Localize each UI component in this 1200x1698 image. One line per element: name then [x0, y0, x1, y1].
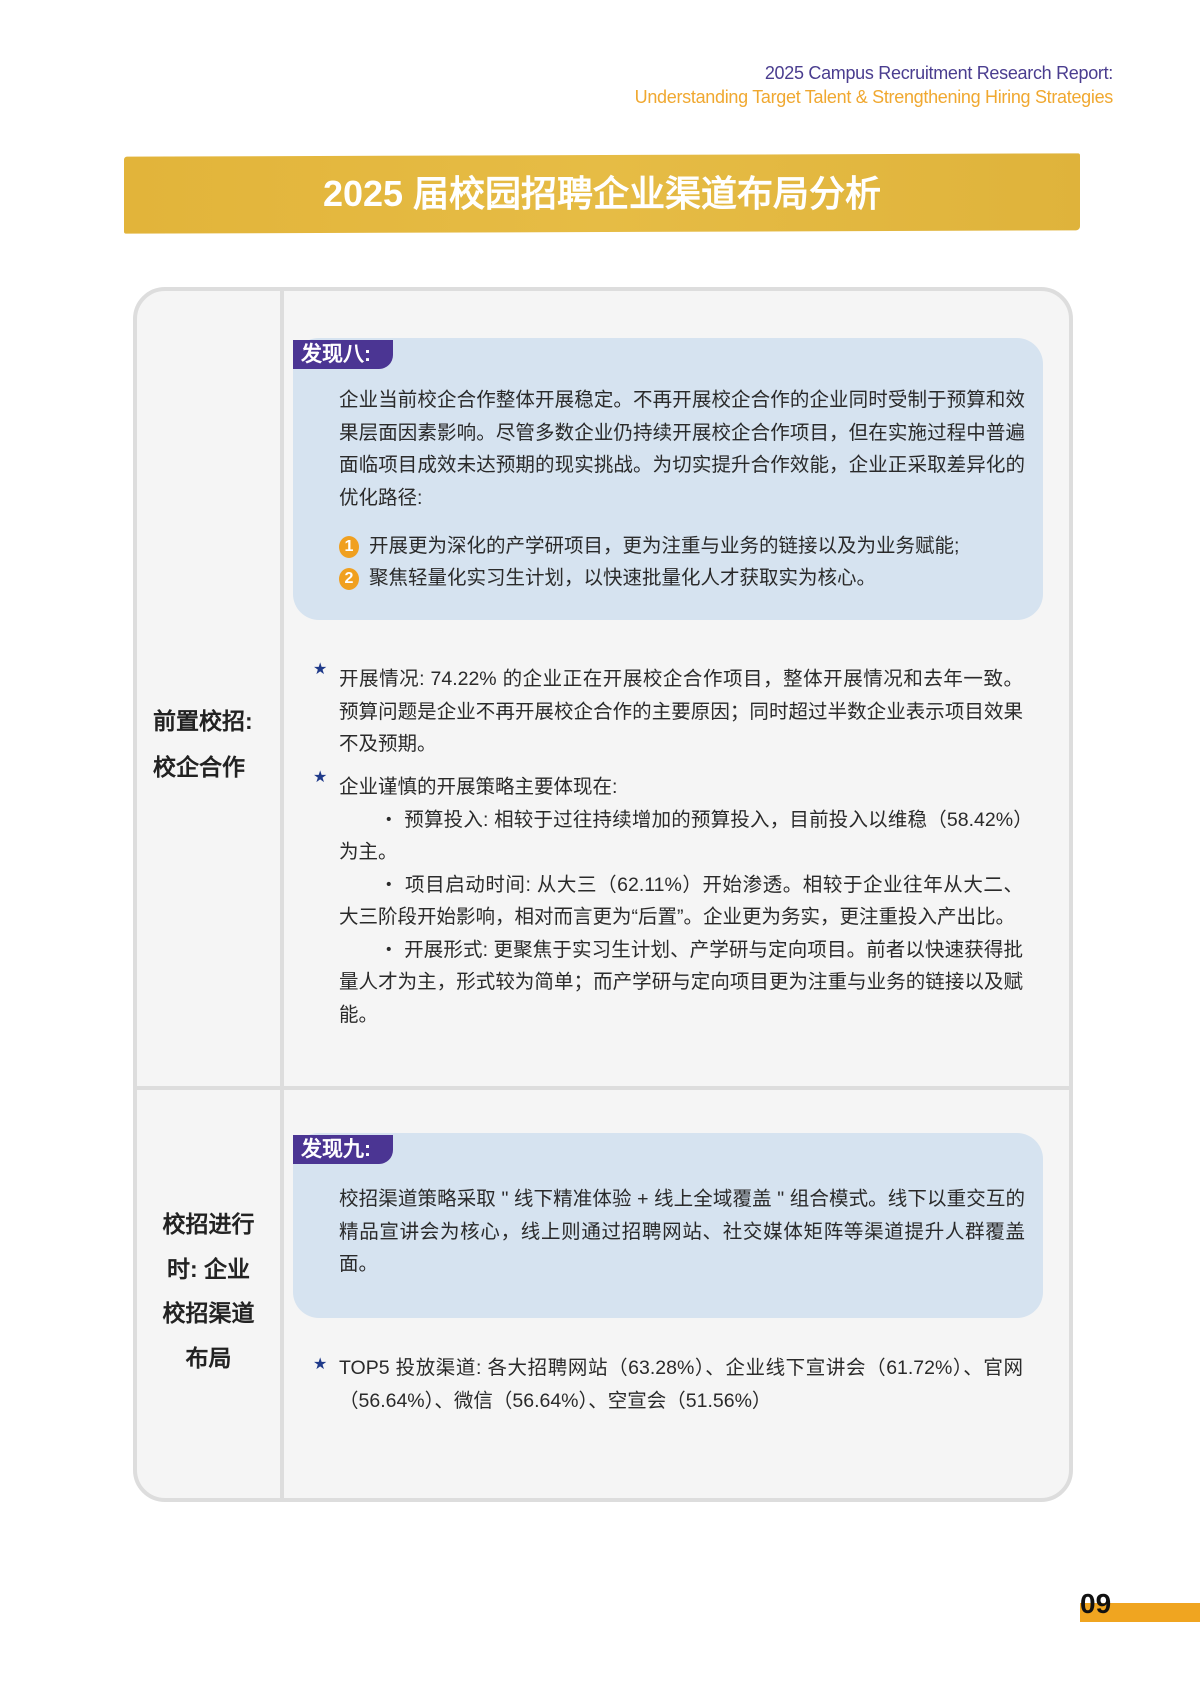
label-line: 校招渠道 [162, 1300, 255, 1326]
bullet-item: ★ 开展情况: 74.22% 的企业正在开展校企合作项目，整体开展情况和去年一致… [313, 661, 1023, 761]
star-icon: ★ [313, 769, 328, 786]
finding-item: 1 开展更为深化的产学研项目，更为注重与业务的链接以及为业务赋能; [339, 530, 1025, 562]
label-line: 时: 企业 [166, 1255, 251, 1282]
section2-label: 校招进行 时: 企业 校招渠道 布局 [135, 1202, 282, 1380]
label-line: 布局 [185, 1344, 232, 1371]
page-title: 2025 届校园招聘企业渠道布局分析 [322, 173, 882, 214]
finding-9-box: 发现九: 校招渠道策略采取 " 线下精准体验 + 线上全域覆盖 " 组合模式。线… [293, 1133, 1043, 1318]
report-title-line2: Understanding Target Talent & Strengthen… [634, 87, 1114, 107]
label-line: 校招进行 [162, 1211, 255, 1237]
star-icon: ★ [313, 1356, 328, 1373]
finding-tag: 发现八: [293, 340, 393, 369]
finding-8-box: 发现八: 企业当前校企合作整体开展稳定。不再开展校企合作的企业同时受制于预算和效… [293, 338, 1043, 620]
sub-bullet: ・ 预算投入: 相较于过往持续增加的预算投入，目前投入以维稳（58.42%）为主… [339, 808, 1023, 864]
bullet-text: 开展情况: 74.22% 的企业正在开展校企合作项目，整体开展情况和去年一致。预… [339, 668, 1023, 755]
bullet-item: ★ TOP5 投放渠道: 各大招聘网站（63.28%）、企业线下宣讲会（61.7… [313, 1352, 1023, 1417]
label-line: 前置校招: [153, 708, 253, 734]
report-title-line1: 2025 Campus Recruitment Research Report: [764, 63, 1113, 83]
bullet-text: TOP5 投放渠道: 各大招聘网站（63.28%）、企业线下宣讲会（61.72%… [339, 1357, 1023, 1412]
number-1-icon: 1 [339, 536, 359, 558]
number-2-icon: 2 [339, 568, 359, 590]
row-divider [135, 1086, 1071, 1090]
star-icon: ★ [313, 661, 328, 678]
finding-text: 校招渠道策略采取 " 线下精准体验 + 线上全域覆盖 " 组合模式。线下以重交互… [339, 1188, 1025, 1275]
finding-tag: 发现九: [293, 1135, 393, 1164]
bullet-item: ★ 企业谨慎的开展策略主要体现在: ・ 预算投入: 相较于过往持续增加的预算投入… [313, 769, 1023, 1031]
section1-label: 前置校招: 校企合作 [153, 698, 253, 790]
bullet-text: 企业谨慎的开展策略主要体现在: [339, 776, 618, 798]
page-number: 09 [1080, 1588, 1112, 1619]
finding-text: 企业当前校企合作整体开展稳定。不再开展校企合作的企业同时受制于预算和效果层面因素… [339, 389, 1025, 509]
sub-bullet: ・ 项目启动时间: 从大三（62.11%）开始渗透。相较于企业往年从大二、大三阶… [339, 873, 1023, 929]
finding-item: 2 聚焦轻量化实习生计划，以快速批量化人才获取实为核心。 [339, 562, 1025, 594]
label-line: 校企合作 [153, 754, 245, 780]
finding-item-text: 聚焦轻量化实习生计划，以快速批量化人才获取实为核心。 [369, 567, 877, 589]
finding-item-text: 开展更为深化的产学研项目，更为注重与业务的链接以及为业务赋能; [369, 535, 960, 557]
sub-bullet: ・ 开展形式: 更聚焦于实习生计划、产学研与定向项目。前者以快速获得批量人才为主… [339, 938, 1023, 1026]
